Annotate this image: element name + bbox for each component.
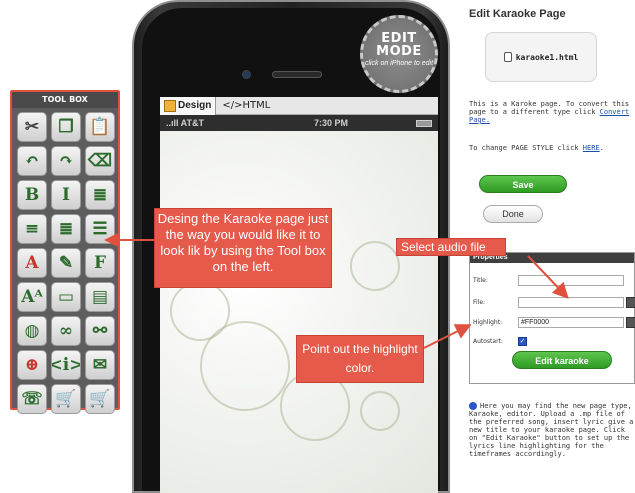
highlight-label: Highlight: bbox=[473, 319, 503, 326]
file-icon bbox=[503, 52, 512, 62]
highlight-icon[interactable]: ✎ bbox=[51, 248, 81, 278]
align-center-icon[interactable]: ≡ bbox=[17, 214, 47, 244]
edit-mode-badge: EDIT MODE click on iPhone to edit bbox=[360, 15, 438, 93]
audio-file-input[interactable] bbox=[518, 297, 624, 308]
current-file-box: karaoke1.html bbox=[485, 32, 597, 82]
web-link-icon[interactable]: ◍ bbox=[17, 316, 47, 346]
tool-grid: ✂❐📋↶↷⌫BI≣≡≣☰A✎FAᴬ▭▤◍∞⚯⊕<i>✉☏🛒🛒 bbox=[12, 108, 118, 418]
file-label: File: bbox=[473, 299, 486, 306]
swirl-decoration bbox=[350, 241, 400, 291]
clock-label: 7:30 PM bbox=[313, 118, 348, 128]
design-icon bbox=[164, 99, 176, 112]
add-to-cart-icon[interactable]: 🛒 bbox=[51, 384, 81, 414]
editor-tabbar: Design </>HTML bbox=[160, 97, 438, 115]
tab-design-label: Design bbox=[178, 100, 212, 111]
title-label: Title: bbox=[473, 277, 488, 284]
info-icon bbox=[469, 402, 477, 410]
eraser-icon[interactable]: ⌫ bbox=[85, 146, 115, 176]
page-style-info: To change PAGE STYLE click HERE. bbox=[469, 144, 604, 152]
redo-icon[interactable]: ↷ bbox=[51, 146, 81, 176]
carrier-label: ..ıll AT&T bbox=[166, 118, 204, 128]
current-filename: karaoke1.html bbox=[515, 52, 579, 62]
done-button[interactable]: Done bbox=[483, 205, 543, 223]
tool-box: TOOL BOX ✂❐📋↶↷⌫BI≣≡≣☰A✎FAᴬ▭▤◍∞⚯⊕<i>✉☏🛒🛒 bbox=[10, 90, 120, 414]
title-input[interactable] bbox=[518, 275, 624, 286]
speaker-grille bbox=[272, 71, 322, 78]
page-style-text: To change PAGE STYLE click bbox=[469, 144, 579, 152]
tab-html[interactable]: </>HTML bbox=[216, 100, 276, 111]
copy-icon[interactable]: ❐ bbox=[51, 112, 81, 142]
edit-mode-line2: MODE bbox=[376, 44, 422, 59]
page-style-link[interactable]: HERE bbox=[583, 144, 600, 152]
battery-icon bbox=[416, 119, 432, 127]
convert-link[interactable]: Convert bbox=[600, 108, 630, 116]
font-family-icon[interactable]: F bbox=[85, 248, 115, 278]
panel-title: Edit Karaoke Page bbox=[469, 8, 566, 20]
toolbox-title: TOOL BOX bbox=[12, 92, 118, 108]
paste-icon[interactable]: 📋 bbox=[85, 112, 115, 142]
help-text: Here you may find the new page type, Kar… bbox=[469, 402, 634, 458]
google-map-icon[interactable]: ⊕ bbox=[17, 350, 47, 380]
page-canvas[interactable] bbox=[160, 131, 438, 493]
iphone-screen[interactable]: Design </>HTML ..ıll AT&T 7:30 PM bbox=[160, 97, 438, 493]
highlight-callout: Point out the highlight color. bbox=[296, 335, 424, 383]
edit-mode-hint: click on iPhone to edit bbox=[364, 60, 434, 67]
color-picker-button[interactable] bbox=[626, 317, 635, 328]
page-type-info: This is a Karoke page. To convert this p… bbox=[469, 100, 635, 124]
audio-callout: Select audio file bbox=[396, 238, 506, 256]
unlink-icon[interactable]: ⚯ bbox=[85, 316, 115, 346]
phone-link-icon[interactable]: ☏ bbox=[17, 384, 47, 414]
swirl-decoration bbox=[360, 391, 400, 431]
email-link-icon[interactable]: ✉ bbox=[85, 350, 115, 380]
autostart-label: Autostart: bbox=[473, 338, 503, 345]
edit-karaoke-button[interactable]: Edit karaoke bbox=[512, 351, 612, 369]
undo-icon[interactable]: ↶ bbox=[17, 146, 47, 176]
remove-from-cart-icon[interactable]: 🛒 bbox=[85, 384, 115, 414]
tab-design[interactable]: Design bbox=[160, 97, 217, 115]
font-color-icon[interactable]: A bbox=[17, 248, 47, 278]
file-browse-button[interactable] bbox=[626, 297, 635, 308]
properties-panel: Properties Title: File: Highlight: #FF00… bbox=[469, 252, 635, 384]
convert-page-link[interactable]: Page. bbox=[469, 116, 490, 124]
align-left-icon[interactable]: ≣ bbox=[85, 180, 115, 210]
save-button[interactable]: Save bbox=[479, 175, 567, 193]
link-icon[interactable]: ∞ bbox=[51, 316, 81, 346]
design-callout: Desing the Karaoke page just the way you… bbox=[154, 208, 332, 288]
phone-status-bar: ..ıll AT&T 7:30 PM bbox=[160, 115, 438, 131]
help-text-block: Here you may find the new page type, Kar… bbox=[469, 402, 635, 458]
camera-icon bbox=[242, 70, 251, 79]
justify-icon[interactable]: ☰ bbox=[85, 214, 115, 244]
align-right-icon[interactable]: ≣ bbox=[51, 214, 81, 244]
swirl-decoration bbox=[200, 321, 290, 411]
highlight-color-input[interactable]: #FF0000 bbox=[518, 317, 624, 328]
cut-icon[interactable]: ✂ bbox=[17, 112, 47, 142]
bold-icon[interactable]: B bbox=[17, 180, 47, 210]
html-code-icon[interactable]: <i> bbox=[51, 350, 81, 380]
italic-icon[interactable]: I bbox=[51, 180, 81, 210]
font-size-icon[interactable]: Aᴬ bbox=[17, 282, 47, 312]
image-icon[interactable]: ▭ bbox=[51, 282, 81, 312]
document-link-icon[interactable]: ▤ bbox=[85, 282, 115, 312]
autostart-checkbox[interactable]: ✓ bbox=[518, 337, 527, 346]
